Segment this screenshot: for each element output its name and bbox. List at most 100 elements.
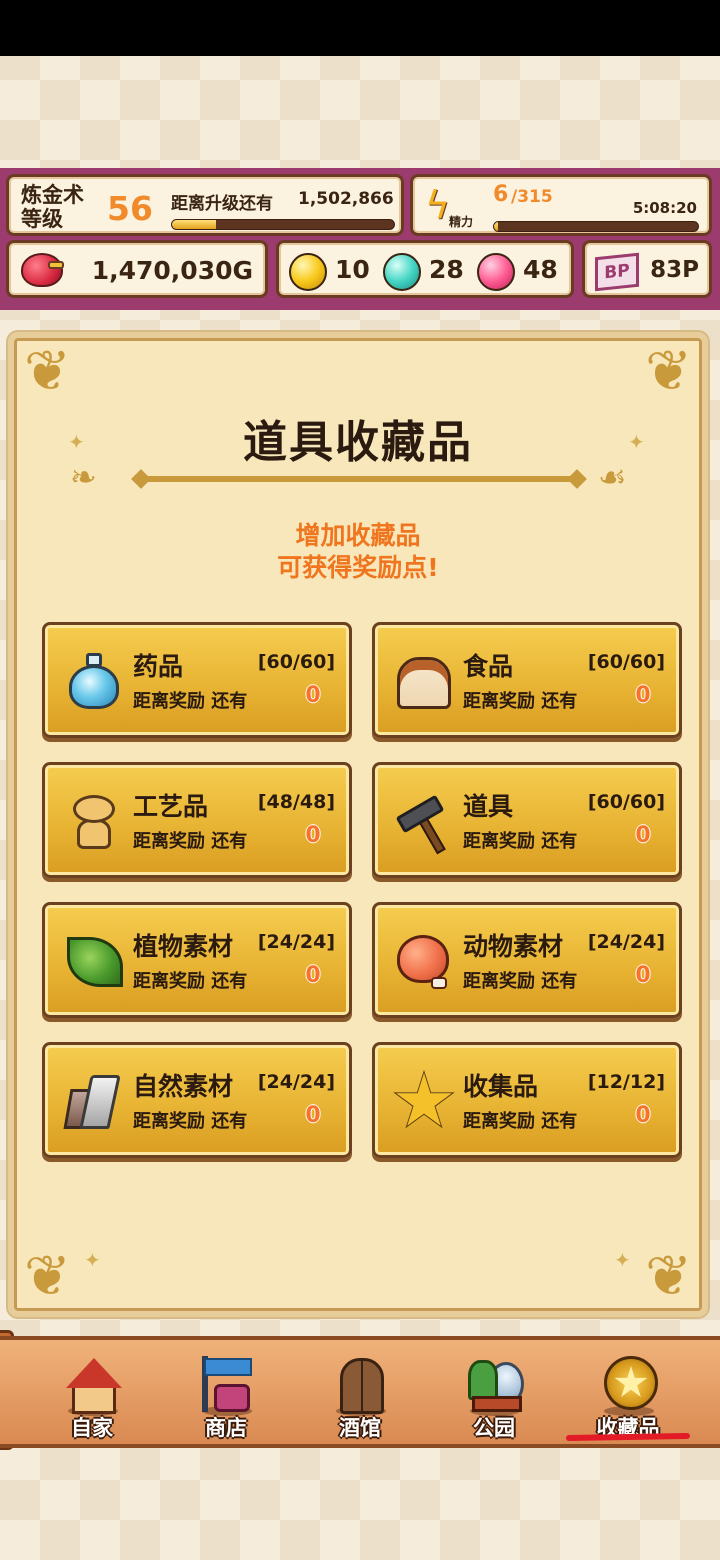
category-reward-label: 距离奖励 还有 [463, 971, 578, 992]
stamina-box[interactable]: ϟ 精力 6 /315 5:08:20 [410, 174, 712, 236]
tavern-icon [330, 1354, 392, 1416]
category-name: 道具 [463, 792, 514, 821]
nav-label: 公园 [473, 1416, 515, 1440]
category-count: [60/60] [257, 651, 335, 673]
nav-label: 商店 [205, 1416, 247, 1440]
category-reward-value: 0 [635, 1103, 651, 1128]
category-name: 食品 [463, 652, 514, 681]
category-card-collectibles[interactable]: 收集品 [12/12] 距离奖励 还有 0 [372, 1042, 682, 1158]
wheat-ornament-icon: ☙ [598, 458, 627, 496]
cyan-gem-count: 28 [429, 255, 464, 284]
bread-icon [395, 651, 453, 713]
category-reward-label: 距离奖励 还有 [133, 691, 248, 712]
park-icon [464, 1354, 526, 1416]
potion-icon [65, 651, 123, 713]
lightning-icon: ϟ [425, 183, 451, 227]
nav-item-home[interactable]: 自家 [32, 1340, 152, 1444]
nav-label: 酒馆 [339, 1416, 381, 1440]
gold-value: 1,470,030G [91, 256, 253, 285]
yellow-gem-icon [289, 253, 327, 291]
stamina-max: /315 [511, 187, 553, 207]
coin-purse-icon [21, 253, 64, 287]
nav-item-shop[interactable]: 商店 [166, 1340, 286, 1444]
category-reward-value: 0 [635, 963, 651, 988]
level-progress-fill [172, 220, 217, 229]
category-card-tools[interactable]: 道具 [60/60] 距离奖励 还有 0 [372, 762, 682, 878]
category-count: [24/24] [257, 1071, 335, 1093]
subtitle-line2: 可获得奖励点! [277, 553, 439, 582]
collection-medal-icon [598, 1354, 660, 1416]
subtitle-line1: 增加收藏品 [295, 521, 421, 550]
divider-dot [131, 469, 151, 489]
stamina-value: 6 [493, 182, 509, 207]
category-name: 药品 [133, 652, 184, 681]
ornament-corner-icon: ❦ [24, 339, 71, 404]
category-reward-value: 0 [305, 1103, 321, 1128]
divider-dot [567, 469, 587, 489]
category-card-animal-materials[interactable]: 动物素材 [24/24] 距离奖励 还有 0 [372, 902, 682, 1018]
ornament-corner-icon: ❦ [645, 1244, 692, 1309]
category-count: [60/60] [587, 651, 665, 673]
gems-box[interactable]: 10 28 48 [276, 240, 574, 298]
category-card-natural-materials[interactable]: 自然素材 [24/24] 距离奖励 还有 0 [42, 1042, 352, 1158]
sparkle-icon: ✦ [614, 1248, 631, 1272]
nav-label: 自家 [71, 1416, 113, 1440]
wheat-ornament-icon: ❧ [70, 458, 97, 496]
yellow-gem-count: 10 [335, 255, 370, 284]
stamina-timer: 5:08:20 [632, 199, 697, 217]
category-count: [24/24] [257, 931, 335, 953]
bear-figurine-icon [65, 791, 123, 853]
category-card-medicine[interactable]: 药品 [60/60] 距离奖励 还有 0 [42, 622, 352, 738]
alchemy-level-box: 炼金术 等级 56 距离升级还有 1,502,866 [6, 174, 404, 236]
bonus-points-value: 83P [650, 257, 699, 283]
system-status-bar [0, 0, 720, 56]
category-card-crafts[interactable]: 工艺品 [48/48] 距离奖励 还有 0 [42, 762, 352, 878]
bp-icon: BP [595, 252, 639, 292]
nav-item-park[interactable]: 公园 [434, 1340, 554, 1444]
category-reward-value: 0 [305, 683, 321, 708]
category-card-plant-materials[interactable]: 植物素材 [24/24] 距离奖励 还有 0 [42, 902, 352, 1018]
ornament-corner-icon: ❦ [645, 339, 692, 404]
pink-gem-icon [477, 253, 515, 291]
category-reward-label: 距离奖励 还有 [133, 1111, 248, 1132]
next-level-value: 1,502,866 [298, 189, 394, 209]
category-name: 动物素材 [463, 932, 564, 961]
collection-panel: ❦ ❦ ❦ ❦ ✦ ✦ ✦ ✦ 道具收藏品 ❧ ☙ 增加收藏品 可获得奖励点! … [8, 332, 708, 1317]
top-hud: 炼金术 等级 56 距离升级还有 1,502,866 ϟ 精力 6 /315 5… [0, 168, 720, 310]
category-name: 植物素材 [133, 932, 234, 961]
bonus-points-box[interactable]: BP 83P [582, 240, 712, 298]
shop-icon [196, 1354, 258, 1416]
title-divider [134, 476, 584, 482]
house-icon [62, 1354, 124, 1416]
category-name: 自然素材 [133, 1072, 234, 1101]
stamina-label: 精力 [449, 213, 474, 230]
leaf-icon [65, 931, 123, 993]
level-progress-bar [171, 219, 395, 230]
level-value: 56 [107, 189, 153, 228]
category-name: 工艺品 [133, 792, 209, 821]
bottom-nav: 自家 商店 酒馆 公园 收藏品 [0, 1336, 720, 1448]
gold-box[interactable]: 1,470,030G [6, 240, 268, 298]
category-reward-label: 距离奖励 还有 [133, 971, 248, 992]
category-reward-label: 距离奖励 还有 [463, 1111, 578, 1132]
sparkle-icon: ✦ [84, 1248, 101, 1272]
stamina-progress-fill [494, 222, 499, 231]
category-count: [12/12] [587, 1071, 665, 1093]
category-reward-value: 0 [305, 963, 321, 988]
meat-icon [395, 931, 453, 993]
category-name: 收集品 [463, 1072, 539, 1101]
category-reward-value: 0 [635, 823, 651, 848]
next-level-label: 距离升级还有 [171, 194, 273, 214]
star-icon [393, 1070, 455, 1133]
cyan-gem-icon [383, 253, 421, 291]
nav-item-collection[interactable]: 收藏品 [568, 1340, 688, 1444]
stamina-progress-bar [493, 221, 699, 232]
category-reward-label: 距离奖励 还有 [133, 831, 248, 852]
category-count: [60/60] [587, 791, 665, 813]
nav-item-tavern[interactable]: 酒馆 [300, 1340, 420, 1444]
rock-icon [63, 1071, 123, 1133]
category-reward-value: 0 [305, 823, 321, 848]
category-card-food[interactable]: 食品 [60/60] 距离奖励 还有 0 [372, 622, 682, 738]
pink-gem-count: 48 [523, 255, 558, 284]
category-reward-label: 距离奖励 还有 [463, 691, 578, 712]
